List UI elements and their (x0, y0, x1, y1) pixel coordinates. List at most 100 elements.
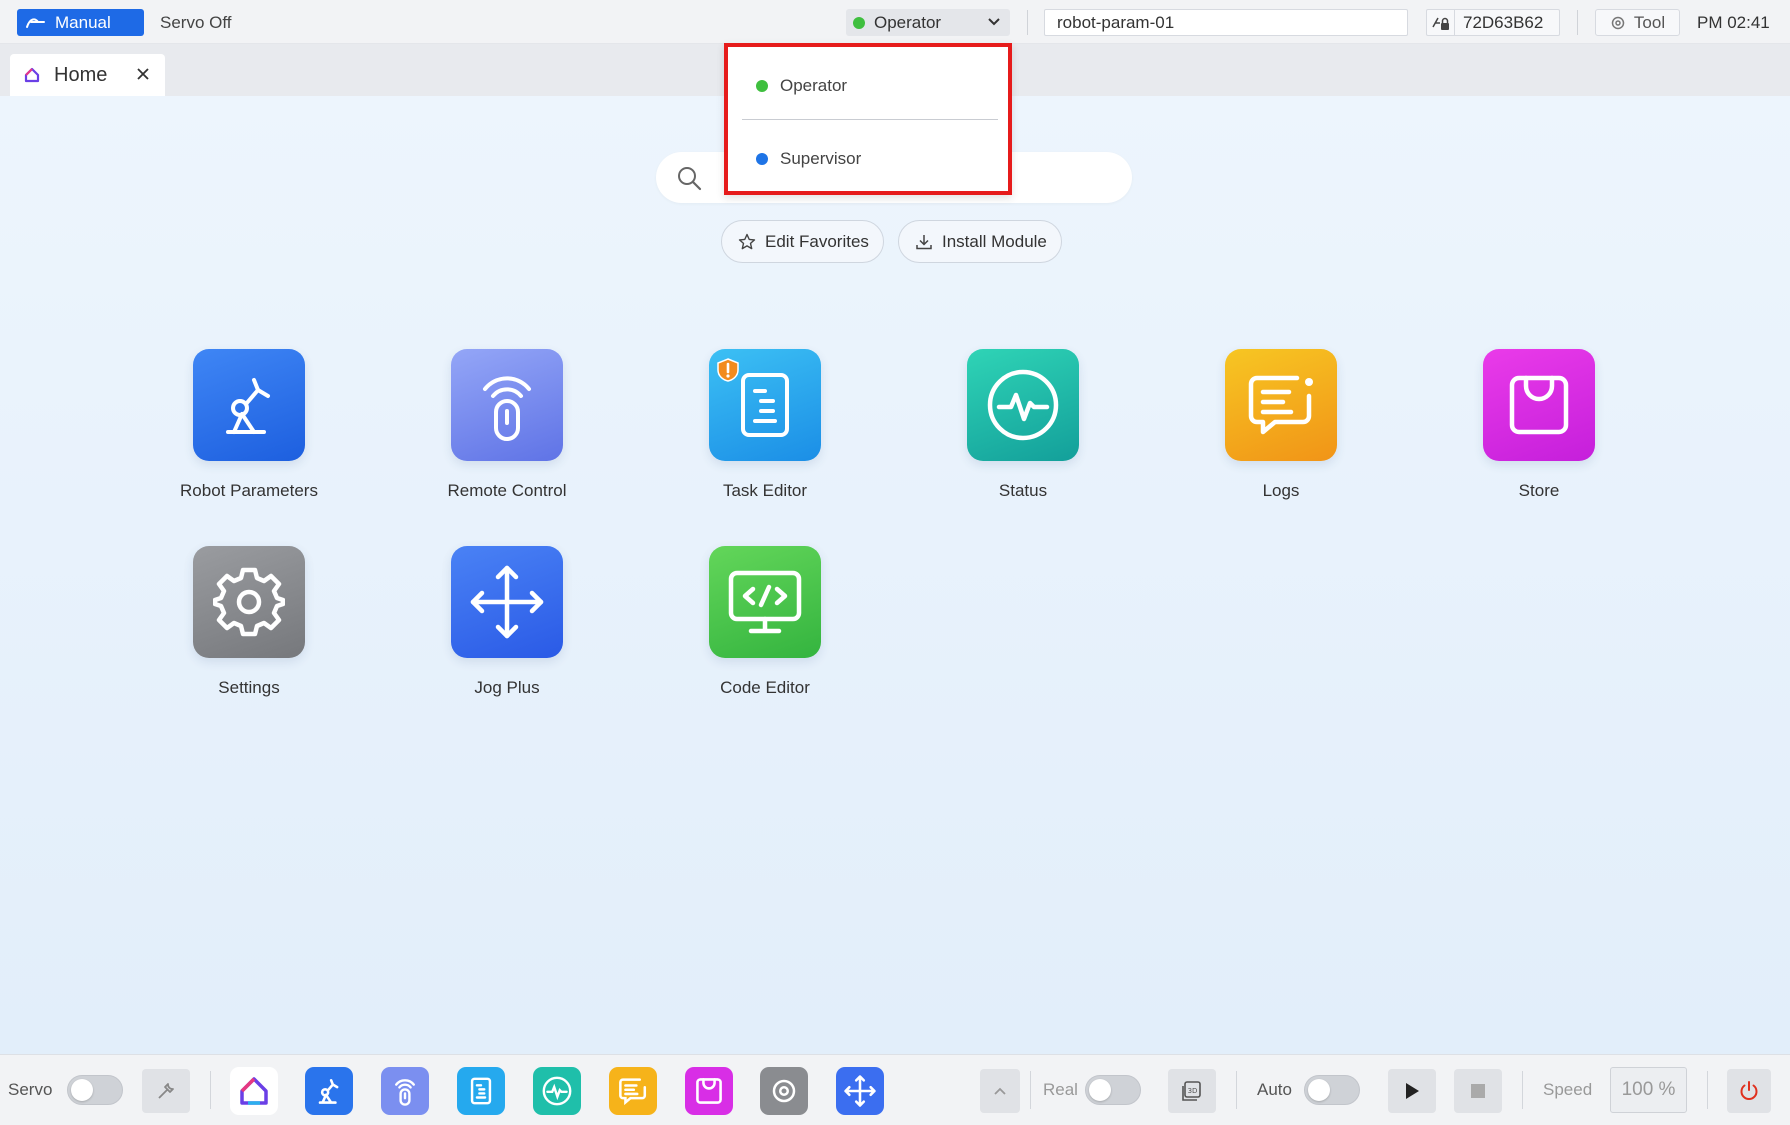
top-bar: Manual Servo Off Operator 72D63B62 Tool … (0, 0, 1790, 44)
shopping-bag-icon (696, 1078, 722, 1104)
warning-badge-icon (717, 358, 739, 382)
servo-label: Servo (8, 1080, 53, 1099)
move-arrows-icon (451, 546, 563, 658)
role-status-dot (756, 153, 768, 165)
shopping-bag-icon (1483, 349, 1595, 461)
gear-icon (193, 546, 305, 658)
svg-text:3D: 3D (1188, 1087, 1198, 1095)
play-icon (1406, 1083, 1419, 1099)
pulse-icon (967, 349, 1079, 461)
signature-lock-icon (1427, 10, 1455, 35)
role-dropdown-menu: Operator Supervisor (724, 43, 1012, 195)
home-page: Edit Favorites Install Module Robot Para… (0, 96, 1790, 1054)
remote-icon (451, 349, 563, 461)
tab-home-label: Home (54, 63, 108, 86)
role-select[interactable]: Operator (846, 9, 1010, 36)
dock-status-button[interactable] (533, 1067, 581, 1115)
install-module-label: Install Module (942, 231, 1047, 251)
robot-arm-icon (193, 349, 305, 461)
divider (1577, 10, 1578, 35)
app-remote-control[interactable]: Remote Control (397, 349, 617, 501)
edit-favorites-button[interactable]: Edit Favorites (721, 220, 884, 263)
play-button[interactable] (1388, 1069, 1436, 1113)
app-label: Code Editor (720, 678, 810, 697)
real-label: Real (1043, 1080, 1078, 1099)
app-jog-plus[interactable]: Jog Plus (397, 546, 617, 698)
power-icon (1740, 1081, 1758, 1100)
robot-param-input[interactable] (1044, 9, 1408, 36)
stop-icon (1471, 1084, 1485, 1098)
app-store[interactable]: Store (1429, 349, 1649, 501)
bottom-dock: Servo Real 3D Auto Speed 100 % (0, 1054, 1790, 1125)
dock-settings-button[interactable] (760, 1067, 808, 1115)
home-icon (240, 1077, 268, 1105)
code-monitor-icon (709, 546, 821, 658)
dock-jog-plus-button[interactable] (836, 1067, 884, 1115)
app-status[interactable]: Status (913, 349, 1133, 501)
divider (742, 119, 998, 120)
tool-label: Tool (1633, 12, 1666, 32)
servo-status-text: Servo Off (160, 13, 232, 32)
dock-robot-parameters-button[interactable] (305, 1067, 353, 1115)
clock: PM 02:41 (1697, 13, 1770, 32)
tool-button[interactable]: Tool (1595, 9, 1680, 36)
expand-up-button[interactable] (980, 1069, 1020, 1113)
move-arrows-icon (844, 1075, 876, 1107)
app-settings[interactable]: Settings (139, 546, 359, 698)
dock-store-button[interactable] (685, 1067, 733, 1115)
auto-toggle[interactable] (1304, 1075, 1360, 1105)
close-icon[interactable] (135, 66, 151, 82)
serial-number-box[interactable]: 72D63B62 (1426, 9, 1560, 36)
task-document-icon (470, 1077, 492, 1105)
app-robot-parameters[interactable]: Robot Parameters (139, 349, 359, 501)
app-label: Jog Plus (474, 678, 540, 697)
dock-logs-button[interactable] (609, 1067, 657, 1115)
power-button[interactable] (1727, 1069, 1771, 1113)
divider (1027, 10, 1028, 35)
chat-log-icon (619, 1078, 647, 1106)
app-label: Logs (1262, 481, 1300, 500)
3d-view-icon: 3D (1182, 1081, 1201, 1101)
edit-favorites-label: Edit Favorites (765, 231, 869, 251)
divider (1236, 1071, 1237, 1109)
tab-home[interactable]: Home (10, 54, 165, 96)
mode-label: Manual (55, 12, 111, 32)
search-icon (678, 167, 702, 191)
view-3d-button[interactable]: 3D (1168, 1069, 1216, 1113)
auto-label: Auto (1257, 1080, 1292, 1099)
dock-home-button[interactable] (230, 1067, 278, 1115)
app-logs[interactable]: Logs (1171, 349, 1391, 501)
speed-input[interactable]: 100 % (1610, 1067, 1687, 1113)
stop-button[interactable] (1454, 1069, 1502, 1113)
role-status-dot (853, 16, 865, 29)
toggle-knob (1089, 1079, 1111, 1101)
install-module-button[interactable]: Install Module (898, 220, 1062, 263)
robot-arm-icon (318, 1079, 339, 1104)
star-icon (738, 233, 756, 249)
hand-icon (26, 17, 45, 28)
real-toggle[interactable] (1085, 1075, 1141, 1105)
speed-label: Speed (1543, 1080, 1593, 1099)
app-label: Settings (218, 678, 280, 697)
app-label: Remote Control (447, 481, 567, 500)
divider (210, 1071, 211, 1109)
gear-icon (772, 1079, 796, 1103)
app-label: Store (1518, 481, 1560, 500)
dock-remote-control-button[interactable] (381, 1067, 429, 1115)
role-option-supervisor[interactable]: Supervisor (756, 149, 861, 169)
app-task-editor[interactable]: Task Editor (655, 349, 875, 501)
remote-icon (395, 1079, 415, 1106)
manual-mode-button[interactable]: Manual (17, 9, 144, 36)
servo-toggle[interactable] (67, 1075, 123, 1105)
tool-wrench-button[interactable] (142, 1069, 190, 1113)
toggle-knob (1308, 1079, 1330, 1101)
wrench-icon (158, 1083, 174, 1099)
dock-task-editor-button[interactable] (457, 1067, 505, 1115)
app-label: Task Editor (722, 481, 808, 500)
download-icon (916, 234, 932, 249)
divider (1707, 1071, 1708, 1109)
role-selected-label: Operator (874, 12, 942, 32)
app-code-editor[interactable]: Code Editor (655, 546, 875, 698)
role-option-operator[interactable]: Operator (756, 76, 847, 96)
task-document-icon (709, 349, 821, 461)
